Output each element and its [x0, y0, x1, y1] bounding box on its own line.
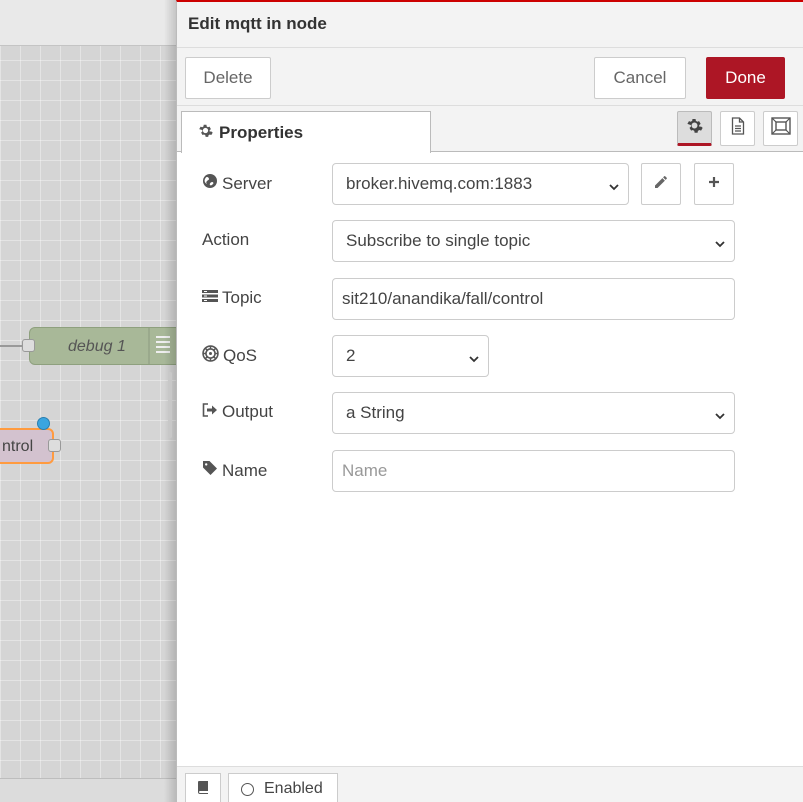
- server-label-wrap: Server: [202, 173, 272, 194]
- qos-label-wrap: QoS: [202, 345, 257, 367]
- topic-label: Topic: [222, 288, 262, 307]
- canvas-footer-bar: [0, 778, 178, 802]
- debug-node-label: debug 1: [68, 338, 126, 355]
- chevron-down-icon: [608, 178, 620, 198]
- tab-bar: Properties: [177, 106, 803, 153]
- book-icon: [196, 780, 210, 799]
- help-button[interactable]: [185, 773, 221, 802]
- name-label: Name: [222, 460, 268, 480]
- tray-footer: Enabled: [177, 766, 803, 802]
- chevron-down-icon: [714, 407, 726, 427]
- chevron-down-icon: [714, 235, 726, 255]
- gear-icon: [686, 117, 703, 139]
- plus-icon: [708, 175, 720, 193]
- qos-value: 2: [346, 346, 356, 365]
- globe-icon: [202, 173, 218, 194]
- tag-icon: [202, 460, 218, 481]
- name-input[interactable]: Name: [332, 450, 735, 492]
- enabled-toggle[interactable]: Enabled: [228, 773, 338, 802]
- action-value: Subscribe to single topic: [346, 231, 531, 250]
- circle-icon: [241, 782, 254, 796]
- tab-properties[interactable]: Properties: [181, 111, 431, 153]
- tab-settings-icon-button[interactable]: [677, 111, 712, 146]
- action-label: Action: [202, 230, 250, 249]
- mqtt-in-node-label: ntrol: [2, 438, 34, 455]
- name-placeholder: Name: [342, 461, 388, 480]
- name-label-wrap: Name: [202, 460, 267, 481]
- done-button[interactable]: Done: [706, 57, 785, 99]
- action-select[interactable]: Subscribe to single topic: [332, 220, 735, 262]
- server-label: Server: [222, 173, 273, 193]
- topic-value: sit210/anandika/fall/control: [342, 289, 544, 308]
- server-value: broker.hivemq.com:1883: [346, 174, 533, 193]
- tray-header: Edit mqtt in node: [177, 2, 803, 48]
- tray-resize-handle[interactable]: [168, 372, 172, 438]
- name-row: Name Name: [202, 450, 782, 492]
- cancel-button[interactable]: Cancel: [594, 57, 686, 99]
- tray-toolbar: Delete Cancel Done: [177, 48, 803, 106]
- server-select[interactable]: broker.hivemq.com:1883: [332, 163, 629, 205]
- tab-properties-label: Properties: [219, 122, 304, 142]
- topic-row: Topic sit210/anandika/fall/control: [202, 278, 782, 320]
- add-server-button[interactable]: [694, 163, 734, 205]
- tab-appearance-button[interactable]: [763, 111, 798, 146]
- output-label: Output: [222, 402, 274, 421]
- qos-label: QoS: [223, 346, 258, 365]
- output-label-wrap: Output: [202, 402, 273, 422]
- action-row: Action Subscribe to single topic: [202, 220, 782, 262]
- pencil-icon: [654, 175, 668, 194]
- tab-description-button[interactable]: [720, 111, 755, 146]
- server-row: Server broker.hivemq.com:1883: [202, 163, 782, 205]
- debug-node[interactable]: debug 1: [29, 327, 178, 365]
- qos-row: QoS 2: [202, 335, 782, 377]
- document-icon: [730, 117, 746, 140]
- empire-icon: [202, 345, 219, 367]
- edit-server-button[interactable]: [641, 163, 681, 205]
- output-select[interactable]: a String: [332, 392, 735, 434]
- tasks-icon: [202, 288, 218, 308]
- chevron-down-icon: [468, 350, 480, 370]
- action-label-wrap: Action: [202, 230, 249, 250]
- mqtt-in-node[interactable]: ntrol: [0, 428, 54, 464]
- tray-title: Edit mqtt in node: [188, 14, 327, 33]
- flow-canvas[interactable]: debug 1 ntrol: [0, 0, 178, 802]
- output-value: a String: [346, 403, 405, 422]
- enabled-label: Enabled: [264, 780, 323, 797]
- delete-button[interactable]: Delete: [185, 57, 271, 99]
- topic-input[interactable]: sit210/anandika/fall/control: [332, 278, 735, 320]
- node-changed-indicator: [37, 417, 50, 430]
- debug-node-divider: [148, 328, 150, 364]
- qos-select[interactable]: 2: [332, 335, 489, 377]
- canvas-header-bar: [0, 0, 178, 46]
- debug-input-port[interactable]: [22, 339, 35, 352]
- output-row: Output a String: [202, 392, 782, 434]
- edit-tray: Edit mqtt in node Delete Cancel Done Pro…: [176, 0, 803, 802]
- topic-label-wrap: Topic: [202, 288, 262, 308]
- frame-icon: [770, 117, 791, 140]
- mqtt-output-port[interactable]: [48, 439, 61, 452]
- gear-icon: [198, 123, 213, 143]
- sign-out-icon: [202, 402, 218, 422]
